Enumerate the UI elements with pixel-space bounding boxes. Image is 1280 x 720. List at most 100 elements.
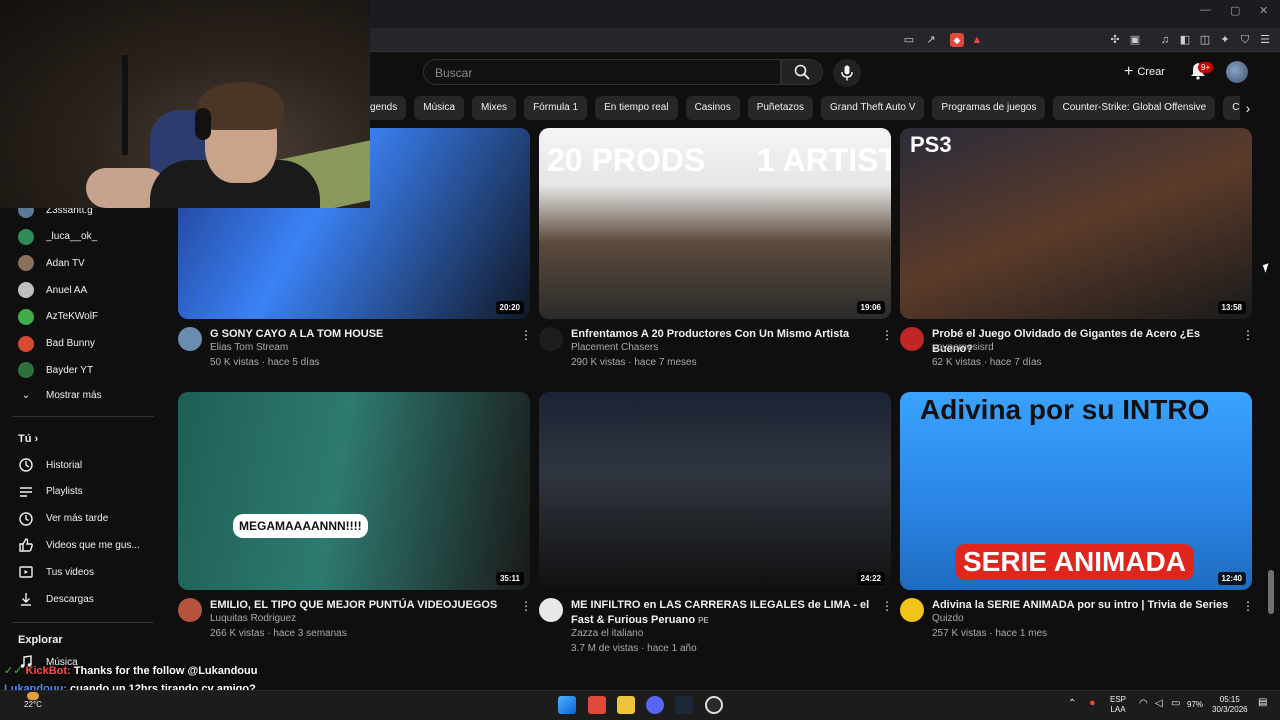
share-icon[interactable]: ↗ [924, 33, 938, 47]
avatar[interactable] [1226, 61, 1248, 83]
thumbnail-text: MEGAMAAAANNN!!!! [233, 514, 368, 538]
voice-search-button[interactable] [833, 59, 861, 87]
clock[interactable]: 05:15 30/3/2026 [1212, 695, 1248, 715]
media-icon[interactable]: ♫ [1158, 33, 1172, 47]
brave-shield-icon[interactable]: ◆ [950, 33, 964, 47]
more-options-icon[interactable]: ⋮ [881, 599, 893, 613]
close-icon[interactable]: ✕ [1259, 4, 1268, 17]
channel-name[interactable]: soynemesisrd [932, 342, 994, 353]
sidebar-item-your-videos[interactable]: Tus videos [18, 562, 94, 582]
category-chip[interactable]: Programas de juegos [932, 96, 1046, 120]
wifi-icon[interactable]: ◠ [1139, 699, 1148, 709]
mouse-cursor-icon [1262, 263, 1272, 273]
language-indicator[interactable]: ESP LAA [1110, 695, 1126, 715]
category-chip[interactable]: gends [370, 96, 407, 120]
sidebar-you-header[interactable]: Tú › [18, 433, 38, 445]
obs-icon[interactable] [705, 696, 723, 714]
channel-avatar[interactable] [178, 327, 202, 351]
category-chip[interactable]: Fórmula 1 [524, 96, 588, 120]
chevron-right-icon[interactable]: › [1238, 98, 1258, 118]
sidebar-subscription-item[interactable]: Bayder YT [18, 360, 93, 380]
video-card[interactable]: Adivina por su INTRO SERIE ANIMADA 12:40 Ad… [900, 392, 1254, 668]
brave-browser-icon[interactable] [588, 696, 606, 714]
video-title[interactable]: Enfrentamos A 20 Productores Con Un Mism… [571, 327, 871, 342]
search-input[interactable]: Buscar [423, 59, 781, 85]
sidebar-subscription-item[interactable]: Bad Bunny [18, 334, 95, 354]
video-thumbnail[interactable]: 20 PRODS 1 ARTISTA 19:06 [539, 128, 891, 319]
sidebar-item-like[interactable]: Videos que me gus... [18, 535, 140, 555]
sidebar-item-playlists[interactable]: Playlists [18, 482, 83, 502]
wallet-icon[interactable]: ▣ [1128, 33, 1142, 47]
cast-icon[interactable]: ▭ [902, 33, 916, 47]
category-chip[interactable]: Mixes [471, 96, 517, 120]
channel-avatar[interactable] [900, 327, 924, 351]
file-explorer-icon[interactable] [617, 696, 635, 714]
channel-name[interactable]: Elias Tom Stream [210, 342, 288, 353]
category-chip[interactable]: En tiempo real [595, 96, 678, 120]
video-card[interactable]: PS3 13:58 Probé el Juego Olvidado de Gigan… [900, 128, 1254, 397]
notifications-badge: 9+ [1198, 62, 1214, 73]
more-options-icon[interactable]: ⋮ [1242, 599, 1254, 613]
category-chip[interactable]: Casinos [685, 96, 740, 120]
channel-avatar[interactable] [178, 598, 202, 622]
brave-rewards-icon[interactable]: ▲ [970, 33, 984, 47]
sidebar-item-download[interactable]: Descargas [18, 589, 94, 609]
sidebar-item-watch-later[interactable]: Ver más tarde [18, 509, 108, 529]
more-options-icon[interactable]: ⋮ [520, 328, 532, 342]
page-scrollbar[interactable] [1268, 570, 1274, 614]
video-duration: 24:22 [856, 572, 885, 585]
video-title[interactable]: Adivina la SERIE ANIMADA por su intro | … [932, 598, 1232, 613]
channel-avatar[interactable] [900, 598, 924, 622]
more-options-icon[interactable]: ⋮ [1242, 328, 1254, 342]
discord-icon[interactable] [646, 696, 664, 714]
channel-name[interactable]: Luquitas Rodriguez [210, 613, 296, 624]
extensions-icon[interactable]: ✣ [1108, 33, 1122, 47]
vpn-icon[interactable]: ⛉ [1238, 33, 1252, 47]
tray-overflow-icon[interactable]: ⌃ [1068, 699, 1076, 709]
category-chip[interactable]: Música [414, 96, 464, 120]
menu-icon[interactable]: ☰ [1258, 33, 1272, 47]
video-thumbnail[interactable]: PS3 13:58 [900, 128, 1252, 319]
weather-widget[interactable]: 22°C [24, 692, 42, 710]
maximize-icon[interactable]: ▢ [1230, 4, 1240, 17]
channel-name[interactable]: Quizdo [932, 613, 964, 624]
category-chip[interactable]: Puñetazos [747, 96, 813, 120]
show-more-button[interactable]: ⌄ Mostrar más [18, 385, 102, 405]
category-chip[interactable]: Counter-Strike: Global Offensive [1053, 96, 1216, 120]
sidebar-subscription-item[interactable]: Anuel AA [18, 280, 87, 300]
category-chip[interactable]: Grand Theft Auto V [820, 96, 925, 120]
channel-avatar[interactable] [539, 327, 563, 351]
video-card[interactable]: 20 PRODS 1 ARTISTA 19:06 Enfrentamos A 20 P… [539, 128, 893, 397]
channel-name[interactable]: Zazza el italiano [571, 628, 643, 639]
more-options-icon[interactable]: ⋮ [520, 599, 532, 613]
video-thumbnail[interactable]: 24:22 [539, 392, 891, 590]
mic-tray-icon[interactable]: ● [1089, 698, 1096, 709]
sidebar-subscription-item[interactable]: Adan TV [18, 253, 85, 273]
sidebar-subscription-item[interactable]: AzTeKWolF [18, 307, 98, 327]
volume-icon[interactable]: ◁ [1155, 699, 1163, 709]
windows-start-icon[interactable] [558, 696, 576, 714]
leo-icon[interactable]: ✦ [1218, 33, 1232, 47]
video-card[interactable]: MEGAMAAAANNN!!!! 35:11 EMILIO, EL TIPO QUE… [178, 392, 532, 668]
sidebar-item-history[interactable]: Historial [18, 455, 82, 475]
search-button[interactable] [781, 59, 823, 85]
video-title[interactable]: G SONY CAYO A LA TOM HOUSE [210, 327, 510, 342]
notification-center-icon[interactable]: ▤ [1258, 698, 1267, 708]
video-thumbnail[interactable]: MEGAMAAAANNN!!!! 35:11 [178, 392, 530, 590]
channel-name[interactable]: Placement Chasers [571, 342, 658, 353]
sidebar-subscription-item[interactable]: _luca__ok_ [18, 227, 97, 247]
video-title[interactable]: EMILIO, EL TIPO QUE MEJOR PUNTÚA VIDEOJU… [210, 598, 510, 613]
video-thumbnail[interactable]: Adivina por su INTRO SERIE ANIMADA 12:40 [900, 392, 1252, 590]
steam-icon[interactable] [675, 696, 693, 714]
sidebar-toggle-icon[interactable]: ◧ [1178, 33, 1192, 47]
minimize-icon[interactable]: — [1200, 4, 1211, 16]
create-button[interactable]: + Crear [1124, 59, 1165, 85]
sidebar-item-label: Historial [46, 459, 83, 471]
video-card[interactable]: 24:22 ME INFILTRO en LAS CARRERAS ILEGALE… [539, 392, 893, 668]
you-label: Tú [18, 433, 32, 445]
battery-icon[interactable]: ▭ [1171, 699, 1180, 709]
more-options-icon[interactable]: ⋮ [881, 328, 893, 342]
channel-avatar[interactable] [539, 598, 563, 622]
wallet2-icon[interactable]: ◫ [1198, 33, 1212, 47]
video-title[interactable]: ME INFILTRO en LAS CARRERAS ILEGALES de … [571, 598, 871, 628]
